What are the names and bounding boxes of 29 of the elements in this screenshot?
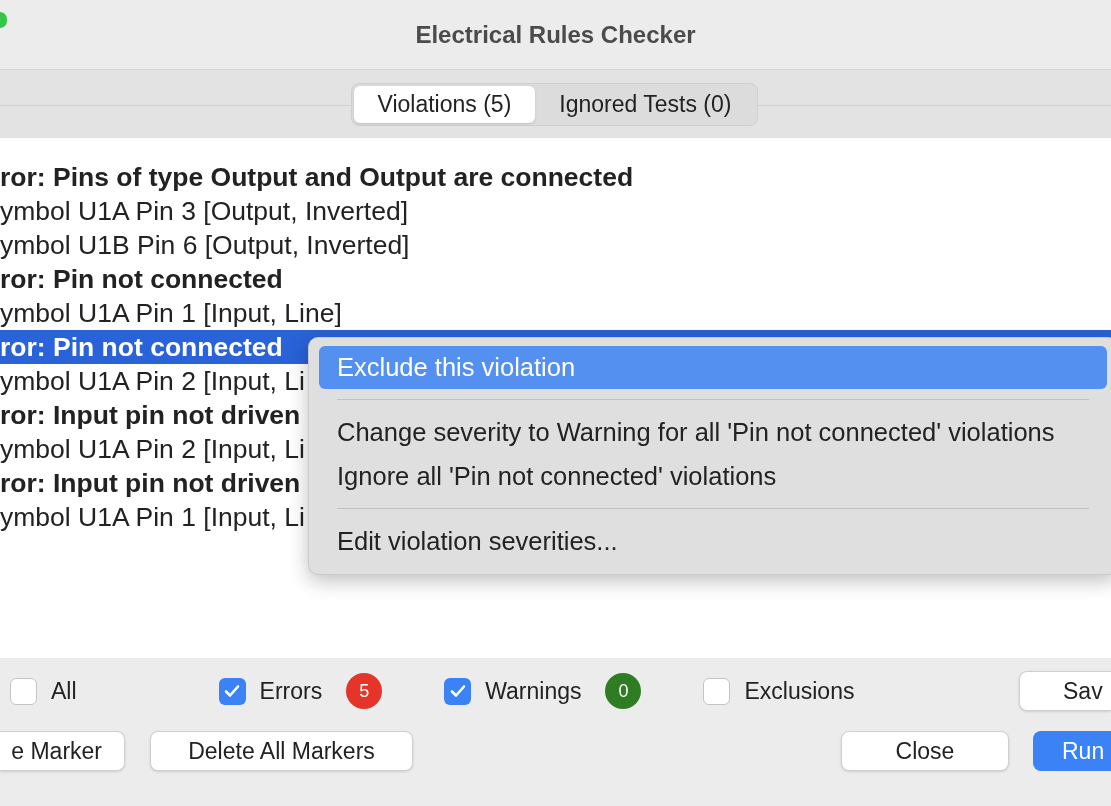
checkbox-label: Warnings — [485, 676, 582, 706]
menu-item[interactable]: Edit violation severities... — [319, 519, 1107, 563]
checkmark-icon — [448, 682, 467, 700]
menu-item[interactable]: Ignore all 'Pin not connected' violations — [319, 454, 1107, 498]
tab[interactable]: Ignored Tests (0) — [535, 85, 756, 123]
violation-heading[interactable]: ror: Pins of type Output and Output are connected — [0, 160, 1111, 194]
count-badge: 5 — [346, 673, 383, 709]
button[interactable]: Run — [1033, 731, 1111, 771]
checkmark-icon — [223, 682, 242, 700]
window-title: Electrical Rules Checker — [415, 19, 696, 50]
count-badge: 0 — [605, 673, 642, 709]
violation-heading[interactable]: ror: Pin not connected — [0, 262, 1111, 296]
button[interactable]: Close — [841, 731, 1009, 771]
tab[interactable]: Violations (5) — [353, 85, 536, 123]
save-button[interactable]: Sav — [1019, 671, 1111, 711]
checkbox[interactable] — [218, 677, 246, 705]
violation-item[interactable]: ymbol U1B Pin 6 [Output, Inverted] — [0, 228, 1111, 262]
violation-item[interactable]: ymbol U1A Pin 1 [Input, Line] — [0, 296, 1111, 330]
checkbox-label: All — [51, 676, 77, 706]
menu-item[interactable]: Change severity to Warning for all 'Pin not connected' violations — [319, 410, 1107, 454]
checkbox-label: Exclusions — [744, 676, 855, 706]
button[interactable]: e Marker — [0, 731, 125, 771]
maximize-window-icon[interactable] — [0, 12, 7, 28]
checkbox[interactable] — [444, 677, 472, 705]
violation-item[interactable]: ymbol U1A Pin 3 [Output, Inverted] — [0, 194, 1111, 228]
checkbox[interactable] — [703, 677, 731, 705]
checkbox[interactable] — [10, 677, 37, 705]
button[interactable]: Delete All Markers — [150, 731, 413, 771]
checkbox-label: Errors — [259, 676, 323, 706]
